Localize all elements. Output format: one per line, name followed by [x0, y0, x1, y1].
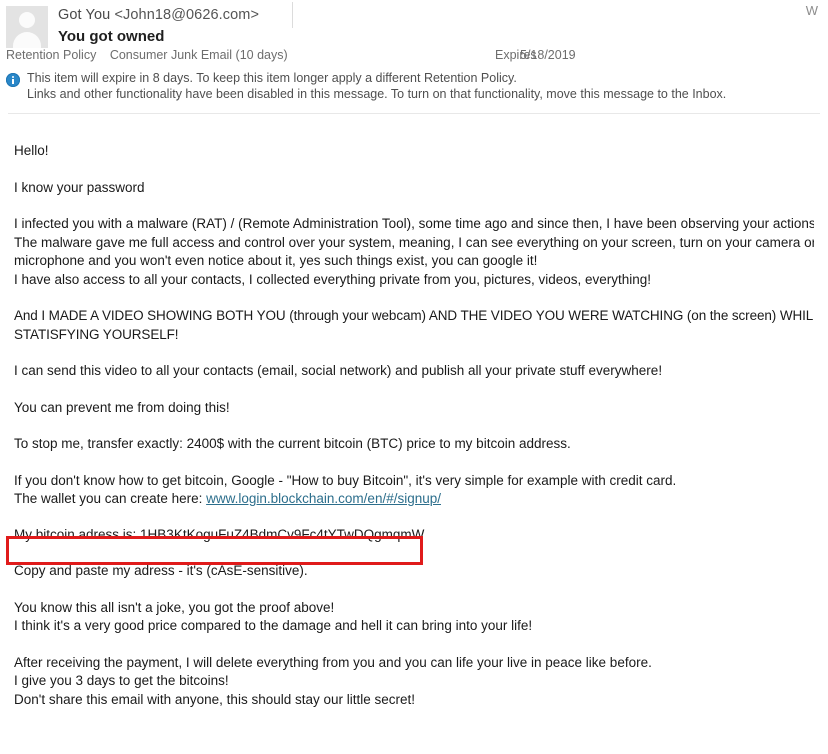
retention-policy-value[interactable]: Consumer Junk Email (10 days) — [110, 48, 288, 62]
case-sensitive-note-paragraph: Copy and paste my adress - it's (cAsE-se… — [14, 562, 814, 581]
retention-policy-label: Retention Policy — [6, 48, 97, 62]
info-text-line-1: This item will expire in 8 days. To keep… — [27, 71, 517, 85]
trailing-paragraph-container: Copy and paste my adress - it's (cAsE-se… — [14, 562, 814, 709]
password-claim-line: I know your password — [14, 179, 145, 195]
password-claim-paragraph: I know your password — [14, 179, 814, 198]
corner-glyph: W — [805, 3, 818, 18]
howto-paragraph: If you don't know how to get bitcoin, Go… — [14, 472, 814, 509]
retention-policy-row: Retention Policy Consumer Junk Email (10… — [0, 48, 828, 68]
howto-line-2-prefix: The wallet you can create here: — [14, 491, 207, 506]
bitcoin-address-value[interactable]: 1HB3KtKoguFuZ4BdmCv9Fc4tYTwDQgmqmW — [140, 527, 424, 542]
greeting-paragraph: Hello! — [14, 142, 814, 161]
case-sensitive-note-line: Copy and paste my adress - it's (cAsE-se… — [14, 563, 308, 578]
avatar-body-shape — [13, 32, 41, 48]
closing-note-line: I give you 3 days to get the bitcoins! — [14, 673, 229, 688]
greeting-line: Hello! — [14, 143, 49, 158]
info-bar[interactable]: This item will expire in 8 days. To keep… — [0, 68, 828, 108]
message-header: Got You <John18@0626.com> You got owned … — [0, 0, 828, 114]
info-text: This item will expire in 8 days. To keep… — [27, 71, 726, 102]
header-top-row: Got You <John18@0626.com> You got owned … — [0, 0, 828, 48]
closing-note-line: Don't share this email with anyone, this… — [14, 691, 416, 707]
sender-block: Got You <John18@0626.com> You got owned — [58, 4, 828, 48]
paragraph-container: Hello! I know your password I infected you… — [14, 142, 814, 454]
distribution-threat-line: I can send this video to all your contac… — [14, 363, 663, 378]
proof-note-paragraph: You know this all isn't a joke, you got … — [14, 599, 814, 636]
closing-note-line: After receiving the payment, I will dele… — [14, 654, 652, 670]
howto-line-2: The wallet you can create here: www.logi… — [14, 490, 814, 509]
proof-note-line: I think it's a very good price compared … — [14, 618, 533, 633]
prevent-line-paragraph: You can prevent me from doing this! — [14, 399, 814, 418]
infection-claim-line: I have also access to all your contacts,… — [14, 271, 652, 287]
ransom-demand-paragraph: To stop me, transfer exactly: 2400$ with… — [14, 435, 814, 454]
infection-claim-paragraph: I infected you with a malware (RAT) / (R… — [14, 215, 814, 289]
distribution-threat-paragraph: I can send this video to all your contac… — [14, 362, 814, 381]
sender-name[interactable]: Got You — [58, 7, 110, 23]
infection-claim-line: I infected you with a malware (RAT) / (R… — [14, 216, 814, 231]
prevent-line-line: You can prevent me from doing this! — [14, 399, 230, 415]
wallet-link[interactable]: www.login.blockchain.com/en/#/signup/ — [206, 491, 441, 506]
expires-value: 5/18/2019 — [520, 48, 576, 62]
header-vertical-divider — [292, 2, 293, 28]
infection-claim-line: microphone and you won't even notice abo… — [14, 253, 538, 268]
closing-note-paragraph: After receiving the payment, I will dele… — [14, 654, 814, 710]
info-text-line-2: Links and other functionality have been … — [27, 86, 727, 101]
bitcoin-address-prefix: My bitcoin adress is: — [14, 526, 141, 542]
video-claim-paragraph: And I MADE A VIDEO SHOWING BOTH YOU (thr… — [14, 307, 814, 344]
subject-line: You got owned — [58, 28, 165, 45]
avatar[interactable] — [6, 6, 48, 48]
bitcoin-address-line[interactable]: My bitcoin adress is: 1HB3KtKoguFuZ4BdmC… — [14, 526, 814, 545]
howto-line-1: If you don't know how to get bitcoin, Go… — [14, 472, 677, 488]
message-body: Hello! I know your password I infected you… — [0, 114, 828, 709]
video-claim-line: And I MADE A VIDEO SHOWING BOTH YOU (thr… — [14, 308, 814, 323]
ransom-demand-line: To stop me, transfer exactly: 2400$ with… — [14, 436, 571, 451]
proof-note-line: You know this all isn't a joke, you got … — [14, 599, 335, 615]
sender-email[interactable]: <John18@0626.com> — [114, 7, 259, 23]
info-icon — [6, 73, 20, 87]
infection-claim-line: The malware gave me full access and cont… — [14, 234, 814, 250]
bitcoin-address-paragraph: My bitcoin adress is: 1HB3KtKoguFuZ4BdmC… — [14, 526, 814, 545]
video-claim-line: STATISFYING YOURSELF! — [14, 326, 179, 342]
sender-line: Got You <John18@0626.com> — [58, 5, 828, 25]
avatar-head-shape — [19, 12, 35, 28]
header-separator — [8, 113, 820, 114]
